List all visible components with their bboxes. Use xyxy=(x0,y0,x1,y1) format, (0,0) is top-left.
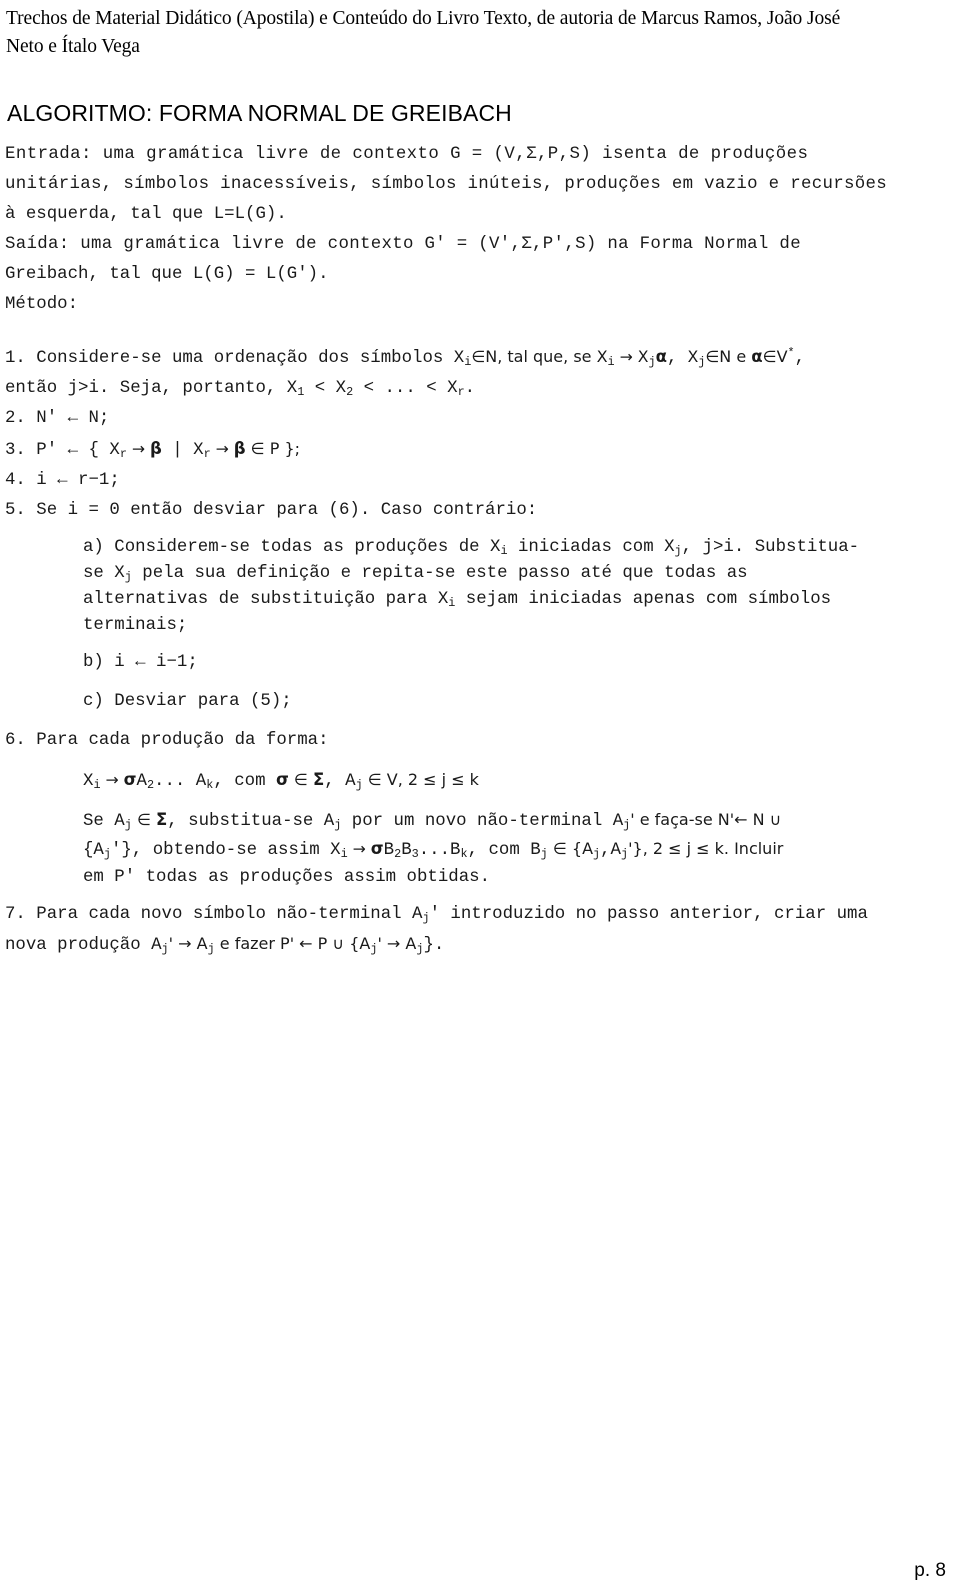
step-2: 2. N' ← N; xyxy=(5,409,110,428)
step-6-paragraph-line-1: Se Aj ∈ Σ, substitua-se Aj por um novo n… xyxy=(83,810,782,833)
step-5: 5. Se i = 0 então desviar para (6). Caso… xyxy=(5,501,538,520)
step-6: 6. Para cada produção da forma: xyxy=(5,731,329,750)
header-line-1: Trechos de Material Didático (Apostila) … xyxy=(6,8,841,29)
step-5-item-a-line-2: se Xj pela sua definição e repita-se est… xyxy=(83,564,748,585)
step-4: 4. i ← r−1; xyxy=(5,471,120,490)
step-1-line-2: então j>i. Seja, portanto, X1 < X2 < ...… xyxy=(5,379,476,400)
algorithm-body: Entrada: uma gramática livre de contexto… xyxy=(5,140,953,960)
entrada-paragraph: Entrada: uma gramática livre de contexto… xyxy=(5,140,953,230)
step-5-item-c: c) Desviar para (5); xyxy=(83,692,292,711)
entrada-line-2: unitárias, símbolos inacessíveis, símbol… xyxy=(5,175,887,194)
saida-line-2: Greibach, tal que L(G) = L(G'). xyxy=(5,265,329,284)
step-7-line-1: 7. Para cada novo símbolo não-terminal A… xyxy=(5,905,868,926)
header-line-2: Neto e Ítalo Vega xyxy=(6,36,140,57)
step-5-item-b: b) i ← i−1; xyxy=(83,653,198,672)
document-page: Trechos de Material Didático (Apostila) … xyxy=(0,0,960,1595)
page-title: ALGORITMO: FORMA NORMAL DE GREIBACH xyxy=(7,100,512,127)
step-6-paragraph-line-3: em P' todas as produções assim obtidas. xyxy=(83,868,491,887)
entrada-line-1: Entrada: uma gramática livre de contexto… xyxy=(5,145,809,164)
step-7-line-2: nova produção Aj' → Aj e fazer P' ← P ∪ … xyxy=(5,934,445,957)
step-5-item-a-line-3: alternativas de substituição para Xi sej… xyxy=(83,590,832,611)
step-3: 3. P' ← { Xr → β | Xr → β ∈ P }; xyxy=(5,439,301,462)
step-6-paragraph-line-2: {Aj'}, obtendo-se assim Xi → σB2B3...Bk,… xyxy=(83,839,784,862)
page-number: p. 8 xyxy=(914,1560,946,1581)
entrada-line-3: à esquerda, tal que L=L(G). xyxy=(5,205,287,224)
saida-paragraph: Saída: uma gramática livre de contexto G… xyxy=(5,230,953,290)
document-running-header: Trechos de Material Didático (Apostila) … xyxy=(6,5,936,61)
step-5-item-a-line-1: a) Considerem-se todas as produções de X… xyxy=(83,538,860,559)
saida-line-1: Saída: uma gramática livre de contexto G… xyxy=(5,235,801,254)
step-1-line-1: 1. Considere-se uma ordenação dos símbol… xyxy=(5,345,806,370)
step-5-item-a-line-4: terminais; xyxy=(83,616,188,635)
metodo-label: Método: xyxy=(5,295,79,314)
step-6-formula: Xi → σA2... Ak, com σ ∈ Σ, Aj ∈ V, 2 ≤ j… xyxy=(83,770,479,793)
